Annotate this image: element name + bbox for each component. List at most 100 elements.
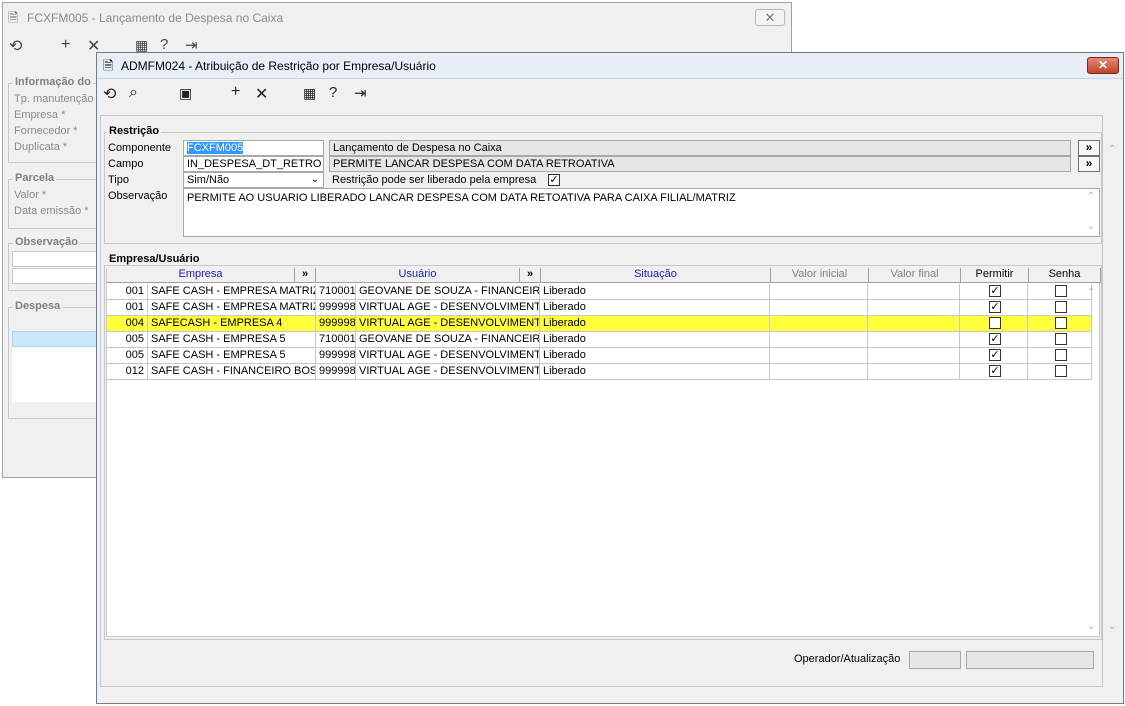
emp-code-cell[interactable]: 004 — [107, 316, 148, 332]
table-row[interactable]: 004 SAFECASH - EMPRESA 4 999998 VIRTUAL AGE… — [107, 316, 1092, 332]
help-icon[interactable]: ? — [329, 84, 337, 101]
usr-code-cell[interactable]: 999998 — [316, 316, 356, 332]
situacao-cell[interactable]: Liberado — [540, 364, 770, 380]
usr-name-cell[interactable]: VIRTUAL AGE - DESENVOLVIMENTO — [356, 316, 540, 332]
emp-code-cell[interactable]: 005 — [107, 332, 148, 348]
empresa-expand-button[interactable]: » — [295, 268, 316, 283]
tipo-select[interactable]: Sim/Não ⌄ — [183, 172, 324, 188]
senha-cell[interactable] — [1028, 316, 1092, 332]
refresh-icon[interactable]: ⟲ — [103, 84, 116, 104]
senha-cell[interactable] — [1028, 348, 1092, 364]
column-header-senha[interactable]: Senha — [1029, 268, 1101, 283]
search-icon[interactable]: ⌕ — [129, 84, 138, 102]
grid-scroll-down-icon[interactable]: ⌄ — [1087, 621, 1095, 632]
vi-cell[interactable] — [770, 300, 868, 316]
senha-checkbox[interactable] — [1055, 333, 1067, 345]
senha-cell[interactable] — [1028, 364, 1092, 380]
permitir-checkbox[interactable]: ✓ — [989, 285, 1001, 297]
usuario-expand-button[interactable]: » — [520, 268, 541, 283]
senha-cell[interactable] — [1028, 332, 1092, 348]
emp-code-cell[interactable]: 001 — [107, 284, 148, 300]
emp-code-cell[interactable]: 001 — [107, 300, 148, 316]
observacao-field-2[interactable] — [12, 268, 102, 284]
close-button[interactable]: ✕ — [755, 9, 785, 26]
add-icon[interactable]: + — [61, 36, 70, 54]
help-icon[interactable]: ? — [160, 36, 168, 53]
usr-name-cell[interactable]: GEOVANE DE SOUZA - FINANCEIRO — [356, 332, 540, 348]
emp-name-cell[interactable]: SAFECASH - EMPRESA 4 — [148, 316, 316, 332]
column-header-empresa[interactable]: Empresa — [107, 268, 295, 283]
table-row[interactable]: 012 SAFE CASH - FINANCEIRO BOSS 999998 VIRT… — [107, 364, 1092, 380]
vi-cell[interactable] — [770, 348, 868, 364]
vi-cell[interactable] — [770, 364, 868, 380]
despesa-grid[interactable] — [12, 347, 102, 402]
scroll-up-icon[interactable]: ⌃ — [1087, 191, 1095, 202]
observacao-field[interactable] — [12, 251, 102, 267]
usr-code-cell[interactable]: 710001 — [316, 332, 356, 348]
usr-name-cell[interactable]: GEOVANE DE SOUZA - FINANCEIRO — [356, 284, 540, 300]
permitir-checkbox[interactable]: ✓ — [989, 301, 1001, 313]
column-header-situacao[interactable]: Situação — [541, 268, 771, 283]
permitir-cell[interactable]: ✓ — [960, 364, 1028, 380]
restricao-empresa-checkbox[interactable]: ✓ — [548, 174, 560, 186]
vf-cell[interactable] — [868, 284, 960, 300]
delete-icon[interactable]: ✕ — [255, 84, 268, 104]
grid-scroll-up-icon[interactable]: ⌃ — [1087, 287, 1095, 298]
permitir-cell[interactable] — [960, 316, 1028, 332]
observacao-textarea[interactable]: PERMITE AO USUARIO LIBERADO LANCAR DESPE… — [183, 188, 1100, 237]
situacao-cell[interactable]: Liberado — [540, 316, 770, 332]
situacao-cell[interactable]: Liberado — [540, 332, 770, 348]
vi-cell[interactable] — [770, 332, 868, 348]
table-row[interactable]: 005 SAFE CASH - EMPRESA 5 710001 GEOVANE DE… — [107, 332, 1092, 348]
permitir-cell[interactable]: ✓ — [960, 284, 1028, 300]
table-row[interactable]: 001 SAFE CASH - EMPRESA MATRIZ 710001 GEOVA… — [107, 284, 1092, 300]
situacao-cell[interactable]: Liberado — [540, 284, 770, 300]
situacao-cell[interactable]: Liberado — [540, 300, 770, 316]
permitir-checkbox[interactable]: ✓ — [989, 333, 1001, 345]
permitir-cell[interactable]: ✓ — [960, 300, 1028, 316]
vf-cell[interactable] — [868, 364, 960, 380]
permitir-checkbox[interactable]: ✓ — [989, 365, 1001, 377]
column-header-usuario[interactable]: Usuário — [316, 268, 520, 283]
usr-code-cell[interactable]: 999998 — [316, 348, 356, 364]
campo-input[interactable]: IN_DESPESA_DT_RETRO — [183, 156, 324, 172]
senha-checkbox[interactable] — [1055, 365, 1067, 377]
componente-lookup-button[interactable]: » — [1078, 140, 1100, 156]
column-header-permitir[interactable]: Permitir — [961, 268, 1029, 283]
table-row[interactable]: 005 SAFE CASH - EMPRESA 5 999998 VIRTUAL AG… — [107, 348, 1092, 364]
senha-checkbox[interactable] — [1055, 285, 1067, 297]
add-icon[interactable]: + — [231, 83, 240, 101]
usr-code-cell[interactable]: 999998 — [316, 364, 356, 380]
vf-cell[interactable] — [868, 348, 960, 364]
permitir-cell[interactable]: ✓ — [960, 348, 1028, 364]
vf-cell[interactable] — [868, 332, 960, 348]
vi-cell[interactable] — [770, 284, 868, 300]
emp-name-cell[interactable]: SAFE CASH - EMPRESA 5 — [148, 348, 316, 364]
scroll-up-icon[interactable]: ⌃ — [1108, 144, 1116, 155]
column-header-valor-final[interactable]: Valor final — [869, 268, 961, 283]
permitir-cell[interactable]: ✓ — [960, 332, 1028, 348]
table-row[interactable]: 001 SAFE CASH - EMPRESA MATRIZ 999998 VIRTU… — [107, 300, 1092, 316]
scroll-down-icon[interactable]: ⌄ — [1108, 621, 1116, 632]
campo-lookup-button[interactable]: » — [1078, 156, 1100, 172]
senha-checkbox[interactable] — [1055, 301, 1067, 313]
exit-icon[interactable]: ⇥ — [354, 84, 367, 102]
close-button[interactable]: ✕ — [1087, 57, 1119, 74]
column-header-valor-inicial[interactable]: Valor inicial — [771, 268, 869, 283]
usr-name-cell[interactable]: VIRTUAL AGE - DESENVOLVIMENTO — [356, 364, 540, 380]
vf-cell[interactable] — [868, 300, 960, 316]
componente-input[interactable]: FCXFM005 — [183, 140, 324, 156]
usr-name-cell[interactable]: VIRTUAL AGE - DESENVOLVIMENTO — [356, 300, 540, 316]
emp-name-cell[interactable]: SAFE CASH - EMPRESA MATRIZ — [148, 300, 316, 316]
usr-code-cell[interactable]: 710001 — [316, 284, 356, 300]
senha-checkbox[interactable] — [1055, 317, 1067, 329]
emp-name-cell[interactable]: SAFE CASH - FINANCEIRO BOSS — [148, 364, 316, 380]
permitir-checkbox[interactable] — [989, 317, 1001, 329]
calendar-icon[interactable]: ▦ — [303, 85, 316, 102]
usr-name-cell[interactable]: VIRTUAL AGE - DESENVOLVIMENTO — [356, 348, 540, 364]
emp-code-cell[interactable]: 005 — [107, 348, 148, 364]
vf-cell[interactable] — [868, 316, 960, 332]
senha-cell[interactable] — [1028, 284, 1092, 300]
vi-cell[interactable] — [770, 316, 868, 332]
refresh-icon[interactable]: ⟲ — [9, 36, 22, 56]
